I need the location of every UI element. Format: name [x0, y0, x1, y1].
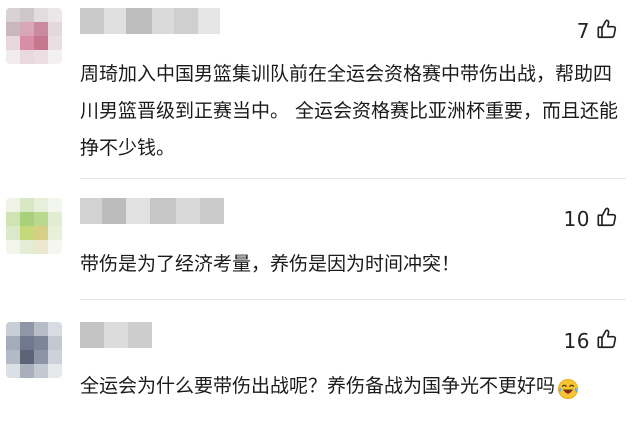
like-button[interactable]: 10: [564, 204, 618, 234]
comment-text: 全运会为什么要带伤出战呢？养伤备战为国争光不更好吗: [80, 368, 625, 405]
username-blurred[interactable]: [80, 8, 220, 34]
comment-item: 10 带伤是为了经济考量，养伤是因为时间冲突！: [0, 190, 640, 300]
thumbs-up-icon: [596, 328, 618, 354]
laughing-tears-emoji: [557, 376, 579, 399]
username-blurred[interactable]: [80, 198, 224, 224]
like-count: 10: [563, 207, 590, 231]
comment-item: 7 周琦加入中国男篮集训队前在全运会资格赛中带伤出战，帮助四川男篮晋级到正赛当中…: [0, 0, 640, 180]
thumbs-up-icon: [596, 18, 618, 44]
like-count: 16: [563, 329, 590, 353]
comment-text: 带伤是为了经济考量，养伤是因为时间冲突！: [80, 253, 461, 275]
username-blurred[interactable]: [80, 322, 152, 348]
divider: [80, 178, 626, 179]
comment-text-content: 全运会为什么要带伤出战呢？养伤备战为国争光不更好吗: [80, 375, 556, 397]
thumbs-up-icon: [596, 206, 618, 232]
divider: [80, 299, 626, 300]
avatar[interactable]: [6, 198, 62, 254]
avatar[interactable]: [6, 322, 62, 378]
comment-text: 周琦加入中国男篮集训队前在全运会资格赛中带伤出战，帮助四川男篮晋级到正赛当中。 …: [80, 63, 619, 159]
avatar[interactable]: [6, 8, 62, 64]
like-button[interactable]: 16: [564, 326, 618, 356]
comment-item: 16 全运会为什么要带伤出战呢？养伤备战为国争光不更好吗: [0, 308, 640, 444]
like-count: 7: [576, 19, 590, 43]
like-button[interactable]: 7: [577, 16, 618, 46]
